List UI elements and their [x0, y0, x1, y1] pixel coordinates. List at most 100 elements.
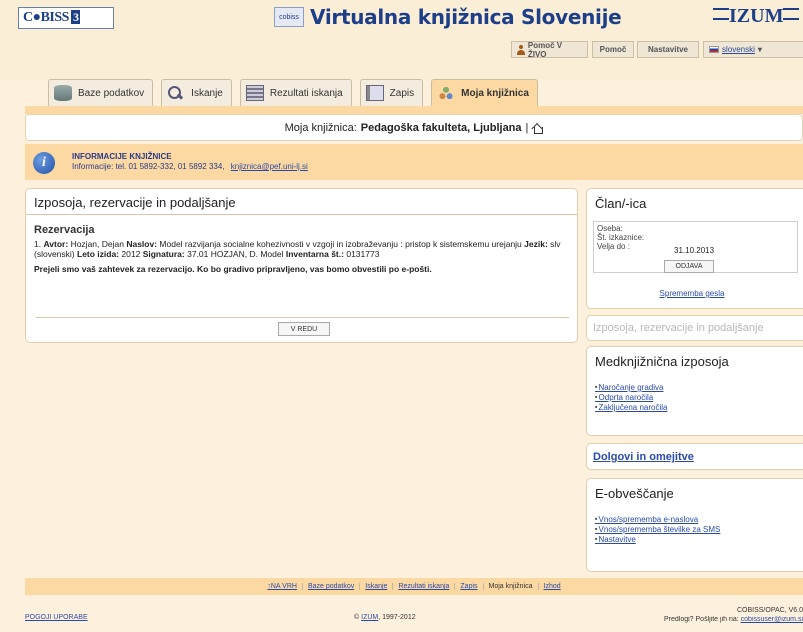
panel-subtitle: Rezervacija [34, 224, 95, 236]
live-help-button[interactable]: Pomoč V ŽIVO [511, 41, 588, 59]
cobiss-logo-box: 3 [70, 10, 81, 24]
notify-list: Vnos/sprememba e-naslova Vnos/sprememba … [587, 514, 803, 544]
library-icon [437, 85, 456, 101]
bottom-nav: ↑NA VRH Baze podatkov Iskanje Rezultati … [25, 578, 803, 595]
author-value: Hozjan, Dejan [70, 239, 124, 249]
main-tabs: Baze podatkov Iskanje Rezultati iskanja … [48, 79, 538, 106]
terms-link[interactable]: POGOJI UPORABE [25, 614, 88, 621]
nav-search[interactable]: Iskanje [359, 583, 392, 590]
tab-moja-knjiznica[interactable]: Moja knjižnica [431, 79, 538, 106]
footer: POGOJI UPORABE © IZUM, 1997-2012 COBISS/… [0, 602, 803, 632]
copyright: © IZUM, 1997-2012 [354, 614, 416, 621]
tab-label: Iskanje [191, 87, 223, 99]
nav-search-results[interactable]: Rezultati iskanja [392, 583, 454, 590]
reservation-record: 1. Avtor: Hozjan, Dejan Naslov: Model ra… [26, 239, 577, 259]
cobiss-mini-logo: cobiss [274, 7, 304, 27]
signature-label: Signatura: [142, 249, 185, 259]
search-icon [167, 85, 185, 101]
ill-title: Medknjižnična izposoja [595, 354, 729, 369]
ill-open-orders-link[interactable]: Odprta naročila [595, 392, 803, 402]
ill-closed-orders-link[interactable]: Zaključena naročila [595, 402, 803, 412]
year-value: 2012 [121, 249, 141, 259]
izum-logo[interactable]: IZUM [713, 5, 800, 28]
member-panel: Član/-ica Oseba: Št. izkaznice: Velja do… [586, 188, 803, 309]
tab-iskanje[interactable]: Iskanje [161, 79, 232, 106]
tab-label: Zapis [389, 87, 415, 99]
person-label: Oseba: [597, 224, 623, 233]
nav-record[interactable]: Zapis [454, 583, 482, 590]
izum-logo-bar [713, 8, 729, 20]
loans-link[interactable]: Izposoja, rezervacije in podaljšanje [587, 316, 803, 340]
izum-logo-bar-right [783, 8, 800, 20]
tab-baze-podatkov[interactable]: Baze podatkov [48, 79, 154, 106]
settings-button[interactable]: Nastavitve [637, 41, 699, 58]
language-label: slovenski [722, 45, 755, 54]
card-label: Št. izkaznice: [597, 233, 645, 242]
language-label: Jezik: [524, 239, 548, 249]
results-icon [245, 85, 264, 101]
site-title: cobiss Virtualna knjižnica Slovenije [274, 4, 622, 30]
help-button[interactable]: Pomoč [592, 41, 634, 58]
cobiss-logo-text: BISS [40, 10, 70, 25]
nav-databases[interactable]: Baze podatkov [301, 583, 359, 590]
logout-button[interactable]: ODJAVA [664, 260, 714, 273]
feedback-label: Predlogi? Pošljite jih na: [663, 616, 739, 623]
author-label: Avtor: [43, 239, 69, 249]
izum-logo-text: IZUM [729, 5, 784, 27]
notify-settings-link[interactable]: Nastavitve [595, 534, 803, 544]
info-email-link[interactable]: knjiznica@pef.uni-lj.si [231, 162, 308, 171]
email-setting-link[interactable]: Vnos/sprememba e-naslova [595, 514, 803, 524]
info-line: Informacije: tel. 01 5892-332, 01 5892 3… [72, 162, 308, 171]
tab-zapis[interactable]: Zapis [359, 79, 424, 106]
sms-setting-link[interactable]: Vnos/sprememba številke za SMS [595, 524, 803, 534]
izum-link[interactable]: IZUM [361, 614, 378, 621]
chevron-down-icon: ▾ [757, 45, 762, 54]
signature-value: 37.01 HOZJAN, D. Model [187, 249, 284, 259]
database-icon [54, 85, 72, 101]
nav-back-to-top[interactable]: ↑NA VRH [262, 583, 302, 590]
library-name: Pedagoška fakulteta, Ljubljana [360, 121, 522, 134]
e-notification-panel: E-obveščanje Vnos/sprememba e-naslova Vn… [586, 478, 803, 572]
ok-button[interactable]: V REDU [278, 322, 330, 336]
panel-title: Izposoja, rezervacije in podaljšanje [26, 189, 577, 215]
tab-underline [25, 106, 803, 114]
copyright-years: , 1997-2012 [378, 614, 416, 621]
info-phone: Informacije: tel. 01 5892-332, 01 5892 3… [72, 162, 225, 171]
reservation-confirmation: Prejeli smo vaš zahtevek za rezervacijo.… [34, 264, 432, 274]
title-label: Naslov: [126, 239, 158, 249]
inventory-label: Inventarna št.: [285, 249, 344, 259]
ill-order-link[interactable]: Naročanje gradiva [595, 382, 803, 392]
library-info-bar: i INFORMACIJE KNJIŽNICE Informacije: tel… [25, 144, 803, 180]
header: C●BISS 3 cobiss Virtualna knjižnica Slove… [0, 0, 803, 80]
feedback-email-link[interactable]: cobissuser@izum.si [741, 616, 803, 623]
cobiss-logo[interactable]: C●BISS 3 [18, 7, 114, 29]
version-text: COBISS/OPAC, V6.0 [736, 607, 803, 614]
reservation-panel: Izposoja, rezervacije in podaljšanje Rez… [25, 188, 578, 343]
tab-rezultati-iskanja[interactable]: Rezultati iskanja [239, 79, 352, 106]
change-password-link[interactable]: Sprememba gesla [587, 289, 797, 298]
interlibrary-loan-panel: Medknjižnična izposoja Naročanje gradiva… [586, 346, 803, 436]
member-title: Član/-ica [595, 196, 647, 211]
loans-panel[interactable]: Izposoja, rezervacije in podaljšanje [586, 315, 803, 341]
valid-until-value: 31.10.2013 [674, 246, 715, 255]
language-select[interactable]: slovenski ▾ [703, 41, 803, 58]
debts-link[interactable]: Dolgovi in omejitve [587, 444, 803, 470]
home-icon[interactable] [532, 123, 544, 134]
inventory-value: 0131773 [346, 249, 380, 259]
record-icon [365, 85, 384, 101]
info-title: INFORMACIJE KNJIŽNICE [72, 152, 172, 161]
site-title-text: Virtualna knjižnica Slovenije [310, 5, 622, 29]
library-bar: Moja knjižnica: Pedagoška fakulteta, Lju… [25, 114, 803, 141]
member-info-box: Oseba: Št. izkaznice: Velja do : 31.10.2… [593, 221, 798, 273]
nav-exit[interactable]: Izhod [537, 583, 566, 590]
record-num: 1. [34, 239, 42, 249]
notify-title: E-obveščanje [595, 486, 674, 501]
library-prefix: Moja knjižnica: [284, 121, 357, 134]
settings-label: Nastavitve [647, 45, 689, 54]
divider [36, 317, 569, 318]
help-label: Pomoč [599, 45, 627, 54]
info-icon: i [33, 152, 55, 174]
debts-panel: Dolgovi in omejitve [586, 443, 803, 470]
ill-list: Naročanje gradiva Odprta naročila Zaklju… [587, 382, 803, 412]
library-separator: | [525, 121, 529, 134]
